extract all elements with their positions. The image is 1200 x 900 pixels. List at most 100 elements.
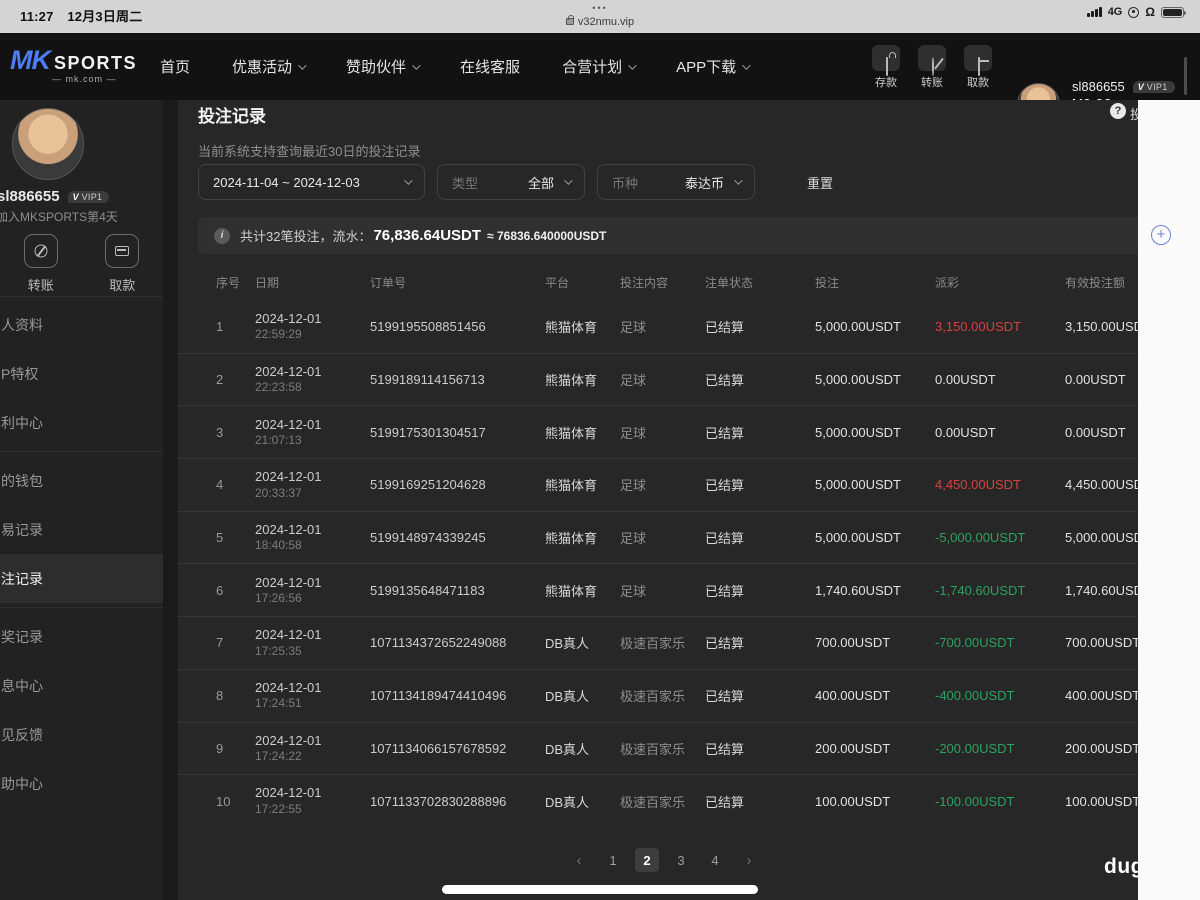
cell-platform: 熊猫体育 <box>545 531 598 547</box>
cell-bet-amount: 5,000.00USDT <box>815 530 901 546</box>
sidebar-item-人资料[interactable]: 人资料 <box>0 300 163 349</box>
sidebar-item-助中心[interactable]: 助中心 <box>0 759 163 808</box>
home-indicator[interactable] <box>442 885 758 894</box>
sidebar-item-易记录[interactable]: 易记录 <box>0 505 163 554</box>
chevron-down-icon <box>734 176 743 185</box>
sidebar-item-奖记录[interactable]: 奖记录 <box>0 612 163 661</box>
cell-date-day: 2024-12-01 <box>255 732 322 748</box>
nav-item-4[interactable]: 在线客服 <box>460 56 520 77</box>
quick-action-转账[interactable]: 转账 <box>918 45 946 90</box>
vip-logo-icon: V <box>72 191 79 202</box>
cell-status: 已结算 <box>705 794 745 810</box>
page-button-2[interactable]: 2 <box>635 848 659 872</box>
page-button-3[interactable]: 3 <box>669 848 693 872</box>
cell-date-time: 17:24:51 <box>255 696 302 711</box>
sidebar-action-取款[interactable]: 取款 <box>105 234 140 294</box>
orientation-lock-icon <box>1128 6 1140 18</box>
summary-amount: 76,836.64USDT <box>373 227 482 244</box>
cell-order-number: 5199169251204628 <box>370 477 486 493</box>
bet-records-panel: 投注记录 ? 投 当前系统支持查询最近30日的投注记录 2024-11-04 ~… <box>178 100 1150 900</box>
cell-order-number: 5199175301304517 <box>370 424 486 440</box>
sidebar-item-P特权[interactable]: P特权 <box>0 349 163 398</box>
info-icon: i <box>214 227 230 244</box>
cell-order-number: 1071134189474410496 <box>370 688 507 704</box>
quick-action-存款[interactable]: 存款 <box>872 45 900 90</box>
sidebar-item-息中心[interactable]: 息中心 <box>0 661 163 710</box>
cell-no: 6 <box>216 582 224 598</box>
cell-date: 2024-12-01 17:26:56 <box>255 575 370 606</box>
cell-status: 已结算 <box>705 531 745 547</box>
sidebar-item-的钱包[interactable]: 的钱包 <box>0 456 163 505</box>
cell-order-number: 5199189114156713 <box>370 372 485 388</box>
nav-item-5[interactable]: 合营计划 <box>562 56 637 77</box>
cell-date-day: 2024-12-01 <box>255 521 322 537</box>
cell-order-number: 5199135648471183 <box>370 582 485 598</box>
cell-bet-content: 极速百家乐 <box>620 689 686 705</box>
cell-no: 2 <box>216 372 224 388</box>
table-row: 6 2024-12-01 17:26:56 5199135648471183 熊猫体育足… <box>178 563 1150 616</box>
cell-date: 2024-12-01 18:40:58 <box>255 522 370 553</box>
lock-icon <box>565 15 574 25</box>
nav-item-6[interactable]: APP下载 <box>676 56 751 77</box>
reset-button[interactable]: 重置 <box>807 173 833 192</box>
table-header: 序号 日期 订单号 平台 投注内容 注单状态 投注 派彩 有效投注额 <box>178 265 1150 300</box>
browser-address-bar[interactable]: v32nmu.vip <box>0 15 1200 28</box>
table-row: 5 2024-12-01 18:40:58 5199148974339245 熊猫体育足… <box>178 510 1150 564</box>
cell-payout: 3,150.00USDT <box>935 318 1021 334</box>
chevron-down-icon <box>412 60 421 70</box>
chevron-down-icon <box>742 60 751 70</box>
prev-page-button[interactable]: ‹ <box>567 848 591 872</box>
vip-badge: V VIP1 <box>1132 80 1175 93</box>
date-range-select[interactable]: 2024-11-04 ~ 2024-12-03 <box>198 164 425 200</box>
nav-item-2[interactable]: 优惠活动 <box>232 56 307 77</box>
sidebar-item-利中心[interactable]: 利中心 <box>0 398 163 447</box>
quick-action-取款[interactable]: 取款 <box>964 45 992 90</box>
nav-item-label: APP下载 <box>676 59 737 76</box>
logo-domain: — mk.com — <box>52 74 117 84</box>
sidebar-item-见反馈[interactable]: 见反馈 <box>0 710 163 759</box>
cell-date: 2024-12-01 21:07:13 <box>255 417 370 448</box>
nav-item-1[interactable]: 首页 <box>160 56 190 77</box>
add-floating-button[interactable]: + <box>1151 225 1171 245</box>
cell-status: 已结算 <box>705 741 745 757</box>
help-icon[interactable]: ? <box>1110 103 1126 119</box>
table-row: 4 2024-12-01 20:33:37 5199169251204628 熊猫体育足… <box>178 458 1150 511</box>
cell-date: 2024-12-01 17:24:51 <box>255 680 370 711</box>
type-label: 类型 <box>452 175 479 191</box>
currency-select[interactable]: 币种 泰达币 <box>597 164 755 200</box>
cell-platform: 熊猫体育 <box>545 478 598 494</box>
quick-action-label: 取款 <box>967 77 989 89</box>
cell-payout: 4,450.00USDT <box>935 477 1021 493</box>
cell-date-day: 2024-12-01 <box>255 680 322 696</box>
page-button-1[interactable]: 1 <box>601 848 625 872</box>
scrollbar-thumb[interactable] <box>1184 57 1187 95</box>
sidebar-action-转账[interactable]: 转账 <box>23 234 58 294</box>
cell-payout: -5,000.00USDT <box>935 530 1026 546</box>
page-button-4[interactable]: 4 <box>703 848 727 872</box>
cell-date-time: 17:25:35 <box>255 643 302 658</box>
type-select[interactable]: 类型 全部 <box>437 164 585 200</box>
cell-status: 已结算 <box>705 319 745 335</box>
cell-bet-content: 足球 <box>620 478 647 494</box>
cell-status: 已结算 <box>705 636 745 652</box>
nav-item-3[interactable]: 赞助伙伴 <box>346 56 421 77</box>
cell-bet-content: 足球 <box>620 531 647 547</box>
brand-logo[interactable]: MK SPORTS — mk.com — <box>10 45 136 84</box>
nav-item-label: 优惠活动 <box>232 59 293 76</box>
currency-label: 币种 <box>612 175 639 191</box>
cell-bet-amount: 5,000.00USDT <box>815 318 901 334</box>
next-page-button[interactable]: › <box>737 848 761 872</box>
logo-mk: MK <box>10 45 51 75</box>
page-title: 投注记录 <box>198 107 266 126</box>
cell-platform: DB真人 <box>545 636 590 652</box>
cell-payout: -100.00USDT <box>935 793 1015 809</box>
cell-no: 5 <box>216 530 224 546</box>
tab-dots[interactable]: ••• <box>0 3 1200 13</box>
sidebar-action-label: 转账 <box>27 278 54 293</box>
column-header: 平台 <box>545 276 570 290</box>
transfer-icon <box>918 45 946 76</box>
transfer-icon <box>23 234 58 268</box>
sidebar-item-注记录[interactable]: 注记录 <box>0 554 163 603</box>
chevron-down-icon <box>628 60 637 70</box>
summary-approx: ≈ 76836.640000USDT <box>487 228 607 243</box>
